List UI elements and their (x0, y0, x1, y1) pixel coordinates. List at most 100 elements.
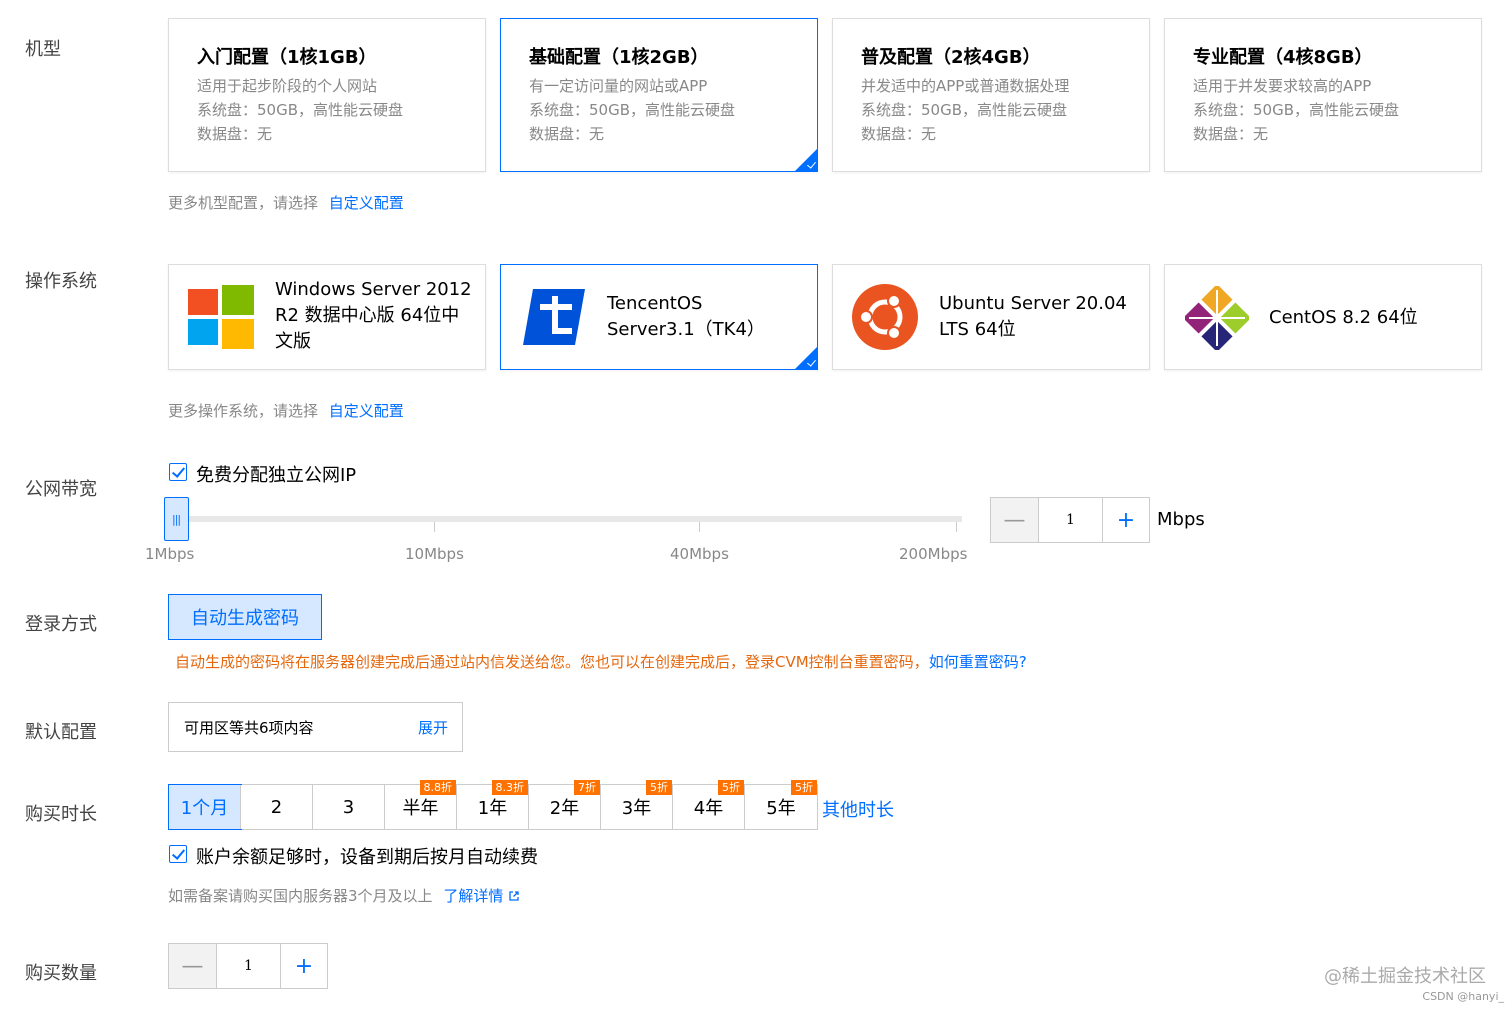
instance-more-hint: 更多机型配置，请选择 自定义配置 (168, 192, 404, 213)
instance-card-system-disk: 系统盘：50GB，高性能云硬盘 (1193, 101, 1400, 119)
other-duration-link[interactable]: 其他时长 (822, 796, 894, 822)
instance-card-basic[interactable]: 基础配置（1核2GB） 有一定访问量的网站或APP 系统盘：50GB，高性能云硬… (500, 18, 818, 172)
instance-card-title: 普及配置（2核4GB） (861, 47, 1041, 68)
duration-label: 2年 (549, 798, 580, 819)
instance-more-text: 更多机型配置，请选择 (168, 194, 319, 212)
auto-password-button[interactable]: 自动生成密码 (168, 594, 322, 640)
bandwidth-decrease-button[interactable]: — (991, 498, 1038, 542)
duration-selector: 1个月 2 3 8.8折 半年 8.3折 1年 7折 2年 5折 3年 5折 4年 5折 5… (168, 780, 818, 830)
label-quantity: 购买数量 (25, 963, 97, 984)
instance-card-entry[interactable]: 入门配置（1核1GB） 适用于起步阶段的个人网站 系统盘：50GB，高性能云硬盘… (168, 18, 486, 172)
password-notice: 自动生成的密码将在服务器创建完成后通过站内信发送给您。您也可以在创建完成后，登录… (175, 651, 1027, 672)
centos-logo-icon (1185, 286, 1249, 350)
filing-hint-text: 如需备案请购买国内服务器3个月及以上 (168, 887, 433, 905)
os-name: Windows Server 2012 R2 数据中心版 64位中 文版 (275, 277, 472, 355)
duration-option[interactable]: 8.8折半年 (385, 780, 457, 829)
default-config-summary: 可用区等共6项内容 (184, 719, 314, 737)
slider-tick (956, 522, 957, 532)
duration-label: 半年 (402, 798, 439, 819)
discount-badge: 8.8折 (419, 780, 456, 795)
os-card-tencentos[interactable]: TencentOS Server3.1（TK4） (500, 264, 818, 370)
os-card-ubuntu[interactable]: Ubuntu Server 20.04 LTS 64位 (832, 264, 1150, 370)
duration-option[interactable]: 5折 4年 (673, 780, 745, 829)
selected-check-icon (795, 347, 817, 369)
quantity-stepper: — 1 + (168, 943, 328, 989)
os-more-hint: 更多操作系统，请选择 自定义配置 (168, 400, 404, 421)
tick-label: 1Mbps (145, 545, 195, 563)
juejin-watermark: @稀土掘金技术社区 (1324, 966, 1486, 987)
duration-option[interactable]: 3 (313, 785, 385, 829)
instance-card-pro[interactable]: 专业配置（4核8GB） 适用于并发要求较高的APP 系统盘：50GB，高性能云硬… (1164, 18, 1482, 172)
label-os: 操作系统 (25, 271, 97, 292)
os-custom-config-link[interactable]: 自定义配置 (329, 402, 404, 420)
learn-more-link[interactable]: 了解详情 (443, 887, 520, 905)
auto-renew-checkbox[interactable] (169, 845, 187, 863)
instance-card-data-disk: 数据盘：无 (861, 125, 937, 143)
discount-badge: 5折 (718, 780, 744, 795)
duration-option[interactable]: 5折 3年 (601, 780, 673, 829)
tick-label: 40Mbps (670, 545, 729, 563)
quantity-increase-button[interactable]: + (281, 944, 327, 988)
instance-card-desc: 适用于并发要求较高的APP (1193, 77, 1372, 95)
free-ip-checkbox[interactable] (169, 463, 187, 481)
label-bandwidth: 公网带宽 (25, 479, 97, 500)
bandwidth-value-input[interactable]: 1 (1038, 498, 1103, 542)
duration-option[interactable]: 7折 2年 (529, 780, 601, 829)
duration-label: 5年 (766, 798, 796, 819)
tick-label: 10Mbps (405, 545, 464, 563)
discount-badge: 8.3折 (491, 780, 528, 795)
duration-label: 4年 (693, 798, 724, 819)
instance-card-data-disk: 数据盘：无 (197, 125, 273, 143)
filing-hint: 如需备案请购买国内服务器3个月及以上 了解详情 (168, 885, 520, 906)
os-name-line: Server3.1（TK4） (607, 319, 765, 340)
tencentos-logo-icon (523, 289, 585, 345)
password-notice-text: 自动生成的密码将在服务器创建完成后通过站内信发送给您。您也可以在创建完成后，登录… (175, 653, 929, 671)
bandwidth-stepper: — 1 + (990, 497, 1150, 543)
instance-custom-config-link[interactable]: 自定义配置 (329, 194, 404, 212)
ubuntu-logo-icon (852, 284, 918, 350)
windows-logo-icon (188, 285, 254, 349)
learn-more-text: 了解详情 (443, 887, 504, 905)
os-name-line: CentOS 8.2 64位 (1269, 307, 1418, 328)
duration-option[interactable]: 5折 5年 (745, 780, 817, 829)
default-config-expand-link[interactable]: 展开 (418, 717, 448, 738)
quantity-value-input[interactable]: 1 (216, 944, 281, 988)
os-name-line: Ubuntu Server 20.04 (939, 293, 1127, 314)
label-default-config: 默认配置 (25, 722, 97, 743)
os-name-line: LTS 64位 (939, 319, 1016, 340)
instance-card-desc: 并发适中的APP或普通数据处理 (861, 77, 1070, 95)
instance-card-standard[interactable]: 普及配置（2核4GB） 并发适中的APP或普通数据处理 系统盘：50GB，高性能… (832, 18, 1150, 172)
label-duration: 购买时长 (25, 804, 97, 825)
quantity-decrease-button[interactable]: — (169, 944, 216, 988)
duration-label: 1个月 (180, 798, 229, 819)
discount-badge: 7折 (574, 780, 600, 795)
duration-option[interactable]: 2 (241, 785, 313, 829)
instance-card-data-disk: 数据盘：无 (529, 125, 605, 143)
discount-badge: 5折 (646, 780, 672, 795)
instance-card-desc: 适用于起步阶段的个人网站 (197, 77, 378, 95)
duration-label: 1年 (477, 798, 508, 819)
bandwidth-increase-button[interactable]: + (1103, 498, 1149, 542)
os-name-line: 文版 (275, 331, 311, 352)
instance-card-system-disk: 系统盘：50GB，高性能云硬盘 (529, 101, 736, 119)
selected-check-icon (795, 149, 817, 171)
os-card-windows[interactable]: Windows Server 2012 R2 数据中心版 64位中 文版 (168, 264, 486, 370)
slider-tick (699, 522, 700, 532)
os-card-centos[interactable]: CentOS 8.2 64位 (1164, 264, 1482, 370)
bandwidth-slider-track[interactable] (172, 516, 962, 522)
instance-card-system-disk: 系统盘：50GB，高性能云硬盘 (197, 101, 404, 119)
instance-card-title: 专业配置（4核8GB） (1193, 47, 1373, 68)
bandwidth-slider-handle[interactable]: ||| (164, 497, 189, 541)
os-name: CentOS 8.2 64位 (1269, 305, 1418, 331)
duration-option[interactable]: 8.3折 1年 (457, 780, 529, 829)
duration-option[interactable]: 1个月 (168, 784, 242, 830)
bandwidth-unit: Mbps (1157, 509, 1205, 530)
os-name: TencentOS Server3.1（TK4） (607, 291, 765, 343)
grip-icon: ||| (172, 513, 181, 526)
label-instance-type: 机型 (25, 39, 61, 60)
default-config-box: 可用区等共6项内容 展开 (168, 702, 463, 752)
label-login: 登录方式 (25, 614, 97, 635)
discount-badge: 5折 (791, 780, 817, 795)
reset-password-link[interactable]: 如何重置密码? (929, 653, 1027, 671)
os-name: Ubuntu Server 20.04 LTS 64位 (939, 291, 1127, 343)
